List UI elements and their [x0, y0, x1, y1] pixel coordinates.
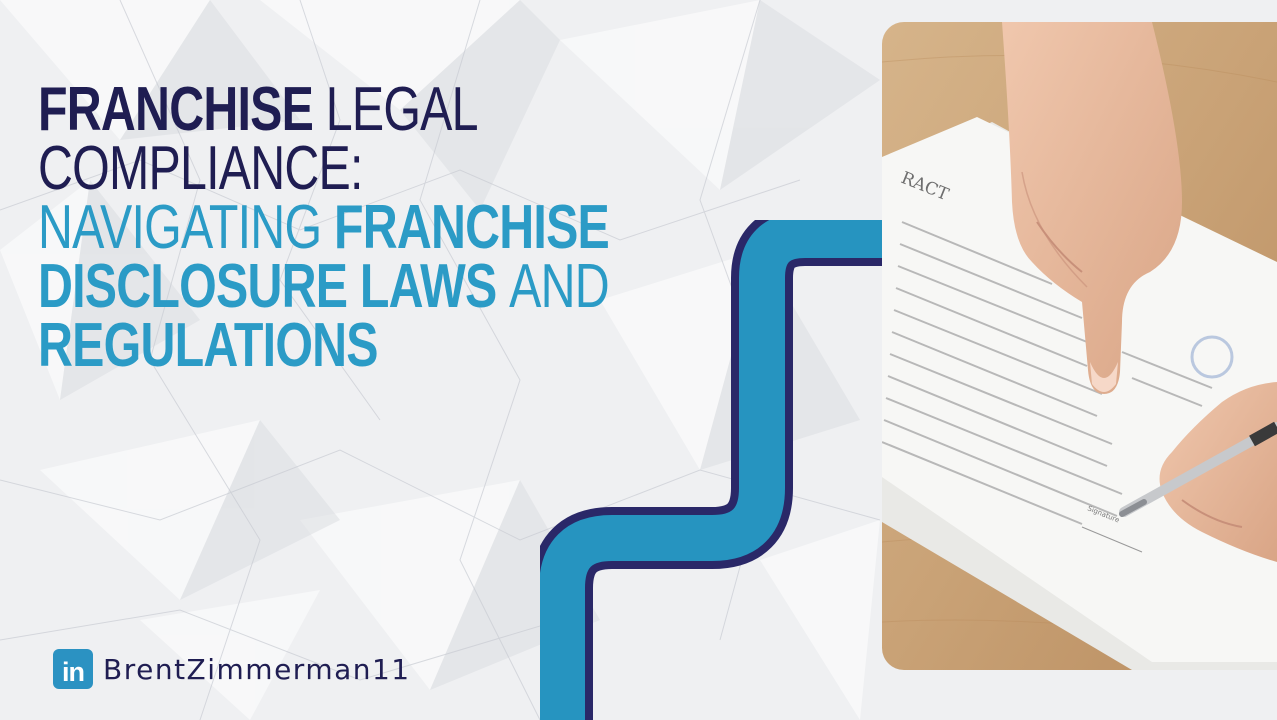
- decorative-connector-shape: [540, 220, 885, 720]
- linkedin-handle: BrentZimmerman11: [103, 652, 411, 686]
- headline-line-4: DISCLOSURE LAWS AND: [38, 256, 610, 318]
- headline: FRANCHISE LEGAL COMPLIANCE: NAVIGATING F…: [38, 79, 610, 380]
- headline-line-2: COMPLIANCE:: [38, 134, 363, 203]
- headline-line-5: REGULATIONS: [38, 311, 379, 380]
- headline-line-3: NAVIGATING FRANCHISE: [38, 197, 610, 259]
- linkedin-credit[interactable]: in BrentZimmerman11: [53, 649, 411, 689]
- contract-signing-photo: RACT Signature: [882, 22, 1277, 670]
- headline-line-1: FRANCHISE LEGAL: [38, 79, 479, 141]
- linkedin-icon: in: [53, 649, 93, 689]
